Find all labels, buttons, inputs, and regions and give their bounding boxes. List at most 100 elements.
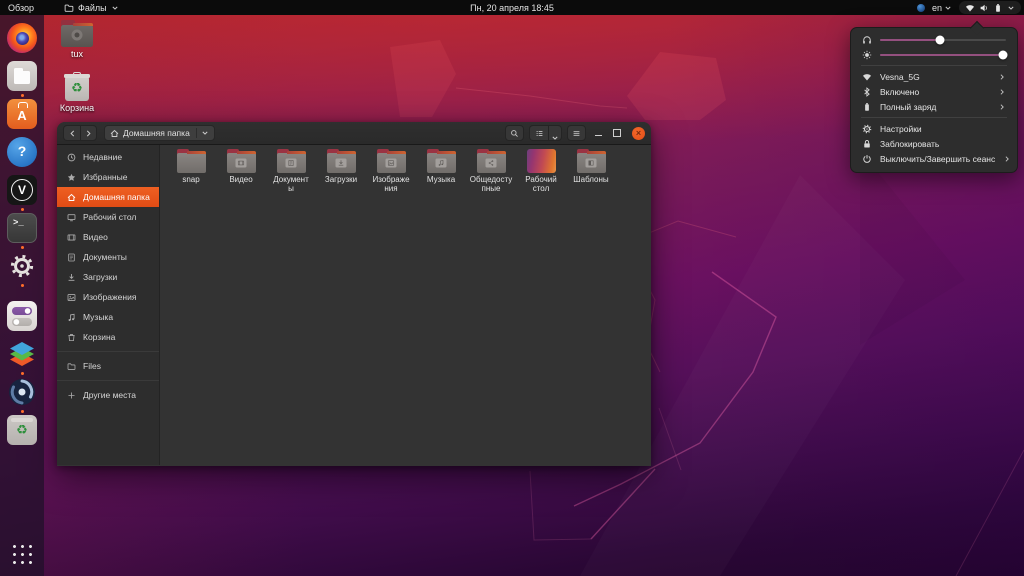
recycle-app-icon	[7, 415, 37, 445]
sidebar-item-Документы[interactable]: Документы	[57, 247, 159, 267]
menu-item-Vesna_5G[interactable]: Vesna_5G	[851, 69, 1017, 84]
search-icon	[510, 129, 519, 138]
dock-item-terminal[interactable]	[3, 213, 41, 251]
lock-icon	[862, 139, 872, 149]
file-item-Общедоступные[interactable]: Общедосту пные	[466, 149, 516, 193]
menu-item-label: Полный заряд	[880, 102, 936, 112]
power-icon	[862, 154, 872, 164]
dock-item-files[interactable]	[3, 61, 41, 99]
sidebar-item-Музыка[interactable]: Музыка	[57, 307, 159, 327]
file-item-label: snap	[182, 175, 199, 184]
dock-item-tweaks[interactable]	[3, 301, 41, 339]
view-toggle-button[interactable]	[529, 125, 548, 141]
brightness-slider-row[interactable]	[851, 47, 1017, 62]
system-menu: Vesna_5GВключено Полный заряд НастройкиЗаб…	[850, 27, 1018, 173]
files-icon	[7, 61, 37, 91]
terminal-icon	[7, 213, 37, 243]
minimize-button[interactable]	[591, 126, 605, 140]
file-item-Музыка[interactable]: Музыка	[416, 149, 466, 193]
volume-slider-row[interactable]	[851, 32, 1017, 47]
sidebar-item-Рабочий стол[interactable]: Рабочий стол	[57, 207, 159, 227]
dock-item-vivaldi[interactable]	[3, 175, 41, 213]
dock-item-ubuntu-software[interactable]	[3, 99, 41, 137]
sidebar-item-Домашняя папка[interactable]: Домашняя папка	[57, 187, 159, 207]
desktop-icon-tux[interactable]: tux	[51, 20, 103, 59]
folder-icon	[477, 149, 506, 173]
folder-emblem-image	[386, 158, 397, 167]
search-button[interactable]	[505, 125, 524, 141]
dock-item-settings[interactable]	[3, 251, 41, 289]
list-view-icon	[535, 129, 544, 138]
sidebar-item-Изображения[interactable]: Изображения	[57, 287, 159, 307]
desktop-icon-Корзина[interactable]: ♻Корзина	[51, 72, 103, 113]
back-button[interactable]	[63, 125, 80, 141]
sidebar-item-label: Корзина	[83, 332, 115, 342]
dock-item-swirl-app[interactable]	[3, 377, 41, 415]
sidebar-item-Избранные[interactable]: Избранные	[57, 167, 159, 187]
running-indicator	[21, 372, 24, 375]
brightness-slider-row-slider[interactable]	[880, 54, 1006, 56]
file-item-Рабочийстол[interactable]: Рабочий стол	[516, 149, 566, 193]
file-item-Документы[interactable]: Документ ы	[266, 149, 316, 193]
sidebar-item-Недавние[interactable]: Недавние	[57, 147, 159, 167]
slider-thumb[interactable]	[936, 35, 945, 44]
chevron-down-icon	[944, 4, 952, 12]
sidebar-item-label: Документы	[83, 252, 127, 262]
video-icon	[67, 233, 76, 242]
running-indicator	[21, 284, 24, 287]
file-item-label: Видео	[229, 175, 252, 184]
system-status-area[interactable]	[959, 1, 1021, 14]
file-grid: snap Видео Документ ы Загрузки Изображе ния М…	[160, 145, 651, 465]
folder-emblem-template	[586, 158, 597, 167]
app-menu[interactable]: Файлы	[56, 0, 127, 15]
sidebar-item-Видео[interactable]: Видео	[57, 227, 159, 247]
show-applications-button[interactable]	[10, 542, 34, 566]
keyboard-layout-indicator[interactable]: en	[932, 3, 952, 13]
file-item-Видео[interactable]: Видео	[216, 149, 266, 193]
dock-item-layers-app[interactable]	[3, 339, 41, 377]
running-indicator	[21, 94, 24, 97]
activities-button[interactable]: Обзор	[0, 0, 44, 15]
clock-icon	[67, 153, 76, 162]
desktop-icon	[67, 213, 76, 222]
file-item-Загрузки[interactable]: Загрузки	[316, 149, 366, 193]
star-icon	[67, 173, 76, 182]
sidebar-item-label: Домашняя папка	[83, 192, 150, 202]
file-item-Изображения[interactable]: Изображе ния	[366, 149, 416, 193]
file-item-snap[interactable]: snap	[166, 149, 216, 193]
menu-item-Заблокировать[interactable]: Заблокировать	[851, 136, 1017, 151]
image-emblem-icon	[388, 159, 395, 166]
dock-item-firefox[interactable]	[3, 23, 41, 61]
volume-slider-row-slider[interactable]	[880, 39, 1006, 41]
file-item-Шаблоны[interactable]: Шаблоны	[566, 149, 616, 193]
dock-item-recycle-app[interactable]	[3, 415, 41, 453]
menu-item-Включено[interactable]: Включено	[851, 84, 1017, 99]
forward-button[interactable]	[80, 125, 97, 141]
clock[interactable]: Пн, 20 апреля 18:45	[470, 0, 554, 15]
dock-item-help[interactable]	[3, 137, 41, 175]
app-indicator-icon[interactable]	[917, 4, 925, 12]
window-menu-button[interactable]	[567, 125, 586, 141]
sidebar-item-Корзина[interactable]: Корзина	[57, 327, 159, 347]
files-window: Домашняя папка × Недавние Избранные Домашн…	[57, 122, 651, 466]
file-item-label: Загрузки	[325, 175, 357, 184]
settings-icon	[7, 251, 37, 281]
file-item-label: Музыка	[427, 175, 455, 184]
menu-item-Настройки[interactable]: Настройки	[851, 121, 1017, 136]
slider-thumb[interactable]	[999, 50, 1008, 59]
menu-item-Выключить/Завершить сеанс[interactable]: Выключить/Завершить сеанс	[851, 151, 1017, 166]
view-options-button[interactable]	[548, 125, 562, 141]
close-button[interactable]: ×	[632, 127, 645, 140]
sidebar-item-label: Недавние	[83, 152, 122, 162]
sidebar-item-Files[interactable]: Files	[57, 356, 159, 376]
menu-separator	[861, 65, 1007, 66]
sidebar-item-Загрузки[interactable]: Загрузки	[57, 267, 159, 287]
menu-separator	[861, 117, 1007, 118]
tweaks-icon	[7, 301, 37, 331]
sidebar-item-label: Избранные	[83, 172, 127, 182]
folder-icon	[577, 149, 606, 173]
sidebar-item-Другие места[interactable]: Другие места	[57, 385, 159, 405]
maximize-button[interactable]	[610, 126, 624, 140]
menu-item-Полный заряд[interactable]: Полный заряд	[851, 99, 1017, 114]
path-bar-button[interactable]: Домашняя папка	[104, 125, 215, 141]
